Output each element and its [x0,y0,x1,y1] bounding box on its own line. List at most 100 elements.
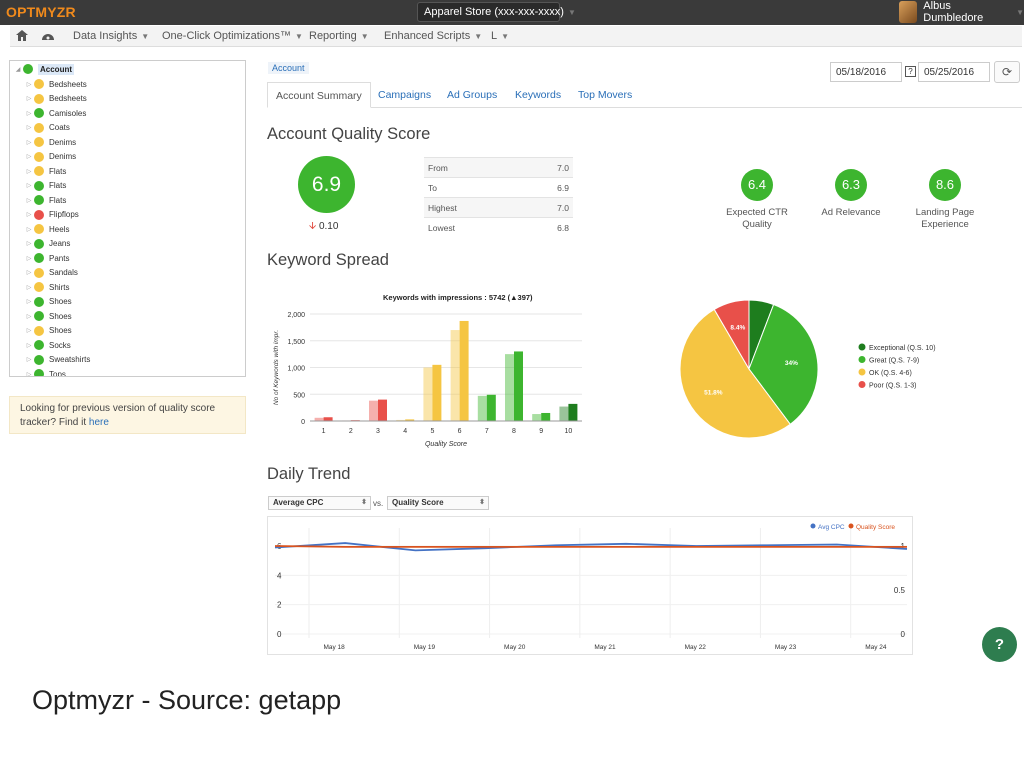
refresh-button[interactable]: ⟳ [994,61,1020,83]
expand-icon[interactable]: ▷ [24,284,34,291]
tab-top-movers[interactable]: Top Movers [570,82,640,108]
breadcrumb[interactable]: Account [268,62,309,74]
x-tick-label: 5 [430,428,434,435]
app-logo[interactable]: OPTMYZR [6,4,76,20]
expand-icon[interactable]: ▷ [24,182,34,189]
x-tick-label: May 21 [594,644,616,651]
tree-item[interactable]: ▷ Flats [24,164,66,178]
expand-icon[interactable]: ▷ [24,313,34,320]
tree-item[interactable]: ▷ Flipflops [24,208,79,222]
menu-label: Enhanced Scripts [384,30,471,42]
y-left-tick-label: 2 [277,601,282,610]
expand-icon[interactable]: ▷ [24,298,34,305]
help-chat-button[interactable]: ? [982,627,1017,662]
quality-dot-icon [34,137,44,147]
expand-icon[interactable]: ▷ [24,95,34,102]
expand-icon[interactable]: ▷ [24,240,34,247]
chevron-down-icon: ▼ [474,32,483,41]
calendar-icon[interactable]: ? [905,66,916,77]
user-menu[interactable]: Albus Dumbledore ▼ [899,0,1024,24]
tree-item[interactable]: ▷ Pants [24,251,69,265]
tree-item[interactable]: ▷ Heels [24,222,69,236]
tree-item[interactable]: ▷ Shoes [24,309,72,323]
menu-label: One-Click Optimizations™ [162,30,291,42]
tree-item[interactable]: ▷ Sweatshirts [24,353,90,367]
metric-select-right[interactable]: Quality Score ⬍ [387,496,489,510]
tree-item[interactable]: ▷ Coats [24,121,70,135]
tree-item[interactable]: ▷ Camisoles [24,106,86,120]
quality-dot-icon [34,282,44,292]
tree-item[interactable]: ▷ Bedsheets [24,77,87,91]
keyword-spread-pie-chart: 34% 51.8% 8.4% Exceptional (Q.S. 10) Great (… [679,299,936,439]
x-tick-label: May 24 [865,644,887,651]
quality-dot-icon [34,340,44,350]
stat-value: 6.8 [520,217,573,238]
metric-select-left[interactable]: Average CPC ⬍ [268,496,371,510]
expand-icon[interactable]: ▷ [24,81,34,88]
menu-l[interactable]: L ▼ [491,30,509,42]
expand-icon[interactable]: ▷ [24,197,34,204]
tab-account-summary[interactable]: Account Summary [267,82,371,108]
tree-item[interactable]: ▷ Flats [24,179,66,193]
menu-label: Reporting [309,30,357,42]
expand-icon[interactable]: ▷ [24,342,34,349]
tab-campaigns[interactable]: Campaigns [370,82,439,108]
tree-item[interactable]: ▷ Denims [24,150,76,164]
expand-icon[interactable]: ▷ [24,110,34,117]
quality-dot-icon [23,64,33,74]
expand-icon[interactable]: ▷ [24,153,34,160]
expand-icon[interactable]: ▷ [24,139,34,146]
expand-icon[interactable]: ▷ [24,269,34,276]
x-tick-label: 6 [458,428,462,435]
tree-item-label: Flipflops [49,210,79,219]
account-select[interactable]: Apparel Store (xxx-xxx-xxxx) ▼ [417,2,576,22]
expand-icon[interactable]: ▷ [24,371,34,377]
tree-item-label: Bedsheets [49,94,87,103]
home-icon[interactable] [16,30,28,44]
tree-item[interactable]: ▷ Shoes [24,295,72,309]
expand-icon[interactable]: ▷ [24,124,34,131]
dashboard-icon[interactable] [41,30,55,44]
campaign-tree[interactable]: ◢ Account ▷ Bedsheets ▷ Bedsheets ▷ Camisoles… [9,60,246,377]
menu-reporting[interactable]: Reporting ▼ [309,30,369,42]
expand-icon[interactable]: ◢ [13,66,23,73]
menu-enhanced-scripts[interactable]: Enhanced Scripts ▼ [384,30,482,42]
expand-icon[interactable]: ▷ [24,226,34,233]
series-line [274,545,907,548]
arrow-down-icon: 🡫 [309,221,317,232]
quality-dot-icon [34,267,44,278]
tree-item-label: Flats [49,195,67,205]
tab-ad-groups[interactable]: Ad Groups [439,82,505,108]
tree-item[interactable]: ▷ Jeans [24,237,70,251]
tree-item[interactable]: ▷ Sandals [24,266,78,280]
tab-keywords[interactable]: Keywords [507,82,569,108]
quality-dot-icon [34,238,44,249]
expand-icon[interactable]: ▷ [24,211,34,218]
quality-dot-icon [34,195,44,205]
expand-icon[interactable]: ▷ [24,255,34,262]
y-tick-label: 0 [301,419,305,426]
menu-one-click-optimizations[interactable]: One-Click Optimizations™ ▼ [162,30,303,42]
tree-item[interactable]: ▷ Shirts [24,280,69,294]
expand-icon[interactable]: ▷ [24,356,34,363]
tree-item[interactable]: ▷ Bedsheets [24,92,87,106]
tree-item[interactable]: ▷ Shoes [24,324,72,338]
menu-data-insights[interactable]: Data Insights ▼ [73,30,149,42]
expand-icon[interactable]: ▷ [24,168,34,175]
notice-link[interactable]: here [89,417,109,428]
tree-item[interactable]: ▷ Flats [24,193,66,207]
component-score: 6.4 [741,169,773,201]
chevron-down-icon: ▼ [1016,7,1024,17]
date-to-input[interactable]: 05/25/2016 [918,62,990,82]
tree-root[interactable]: ◢ Account [13,62,74,76]
legend-label: Exceptional (Q.S. 10) [869,345,936,352]
quality-stats-table: From 7.0 To 6.9 Highest 7.0 Lowest 6.8 [424,157,573,238]
daily-trend-line-chart: 024600.51May 18 May 19 May 20 May 21 May 22 M… [267,516,913,655]
quality-dot-icon [34,209,44,220]
date-from-input[interactable]: 05/18/2016 [830,62,902,82]
quality-score-heading: Account Quality Score [267,125,431,143]
tree-item[interactable]: ▷ Socks [24,338,71,352]
tree-item[interactable]: ▷ Tops [24,367,66,377]
expand-icon[interactable]: ▷ [24,327,34,334]
tree-item[interactable]: ▷ Denims [24,135,76,149]
